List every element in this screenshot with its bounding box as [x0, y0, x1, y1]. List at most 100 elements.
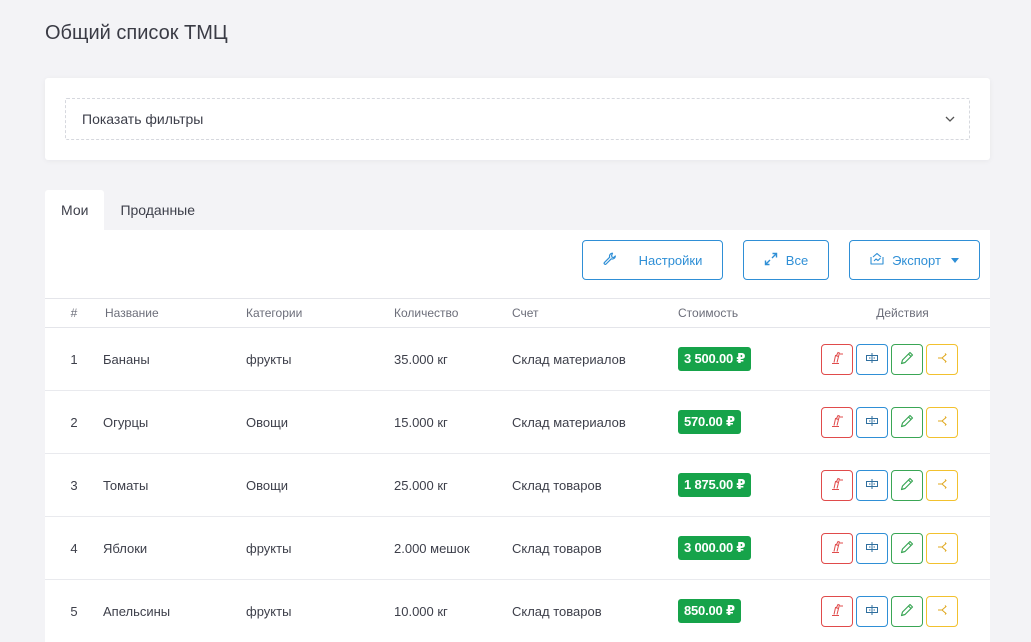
row-account: Склад материалов	[512, 390, 678, 454]
table-header-row: # Название Категории Количество Счет Сто…	[45, 298, 990, 328]
row-num: 1	[45, 327, 103, 391]
tab-sold[interactable]: Проданные	[104, 190, 211, 230]
price-badge: 1 875.00 ₽	[678, 473, 752, 497]
chevron-down-icon	[943, 112, 957, 126]
all-label: Все	[785, 252, 809, 268]
price-badge: 3 500.00 ₽	[678, 347, 752, 371]
transfer-icon	[935, 477, 949, 494]
tab-mine[interactable]: Мои	[45, 190, 105, 230]
table-row[interactable]: 3 Томаты Овощи 25.000 кг Склад товаров 1…	[45, 453, 990, 517]
export-label: Экспорт	[892, 252, 941, 268]
table-row[interactable]: 5 Апельсины фрукты 10.000 кг Склад товар…	[45, 579, 990, 642]
transfer-icon	[935, 540, 949, 557]
export-icon	[870, 252, 884, 268]
transfer-button[interactable]	[926, 343, 958, 375]
writeoff-icon	[830, 351, 844, 368]
writeoff-icon	[830, 540, 844, 557]
row-actions-cell	[815, 327, 990, 391]
col-header-account[interactable]: Счет	[512, 298, 678, 328]
col-header-cost[interactable]: Стоимость	[678, 298, 815, 328]
row-cost-cell: 1 875.00 ₽	[678, 453, 815, 517]
sell-button[interactable]	[856, 406, 888, 438]
settings-button[interactable]: Настройки	[582, 240, 723, 280]
col-header-name[interactable]: Название	[103, 298, 246, 328]
writeoff-button[interactable]	[821, 406, 853, 438]
row-quantity: 10.000 кг	[394, 579, 512, 642]
row-category: фрукты	[246, 516, 394, 580]
wrench-icon	[603, 252, 617, 269]
show-filters-toggle[interactable]: Показать фильтры	[65, 98, 970, 140]
row-category: Овощи	[246, 390, 394, 454]
row-cost-cell: 3 500.00 ₽	[678, 327, 815, 391]
row-cost-cell: 850.00 ₽	[678, 579, 815, 642]
transfer-button[interactable]	[926, 595, 958, 627]
col-header-category[interactable]: Категории	[246, 298, 394, 328]
edit-icon	[899, 413, 915, 432]
writeoff-icon	[830, 477, 844, 494]
row-name: Огурцы	[103, 390, 246, 454]
edit-icon	[899, 350, 915, 369]
row-account: Склад материалов	[512, 327, 678, 391]
row-account: Склад товаров	[512, 579, 678, 642]
expand-icon	[764, 252, 778, 269]
export-button[interactable]: Экспорт	[849, 240, 980, 280]
price-badge: 3 000.00 ₽	[678, 536, 752, 560]
transfer-icon	[935, 603, 949, 620]
items-panel: Настройки Все Экспорт # Название Категор…	[45, 230, 990, 642]
sell-button[interactable]	[856, 532, 888, 564]
row-name: Апельсины	[103, 579, 246, 642]
table-row[interactable]: 4 Яблоки фрукты 2.000 мешок Склад товаро…	[45, 516, 990, 580]
row-actions-cell	[815, 516, 990, 580]
sell-icon	[865, 603, 879, 620]
edit-icon	[899, 539, 915, 558]
sell-icon	[865, 414, 879, 431]
price-badge: 850.00 ₽	[678, 599, 741, 623]
writeoff-icon	[830, 603, 844, 620]
row-actions	[815, 406, 990, 438]
row-actions	[815, 469, 990, 501]
sell-icon	[865, 351, 879, 368]
writeoff-button[interactable]	[821, 469, 853, 501]
page-title: Общий список ТМЦ	[45, 22, 228, 44]
writeoff-button[interactable]	[821, 532, 853, 564]
row-quantity: 35.000 кг	[394, 327, 512, 391]
price-badge: 570.00 ₽	[678, 410, 741, 434]
edit-button[interactable]	[891, 532, 923, 564]
sell-button[interactable]	[856, 595, 888, 627]
sell-button[interactable]	[856, 469, 888, 501]
edit-button[interactable]	[891, 595, 923, 627]
row-actions	[815, 343, 990, 375]
edit-button[interactable]	[891, 343, 923, 375]
row-account: Склад товаров	[512, 453, 678, 517]
row-quantity: 25.000 кг	[394, 453, 512, 517]
col-header-actions: Действия	[815, 298, 990, 328]
row-cost-cell: 3 000.00 ₽	[678, 516, 815, 580]
sell-icon	[865, 477, 879, 494]
row-actions-cell	[815, 579, 990, 642]
transfer-icon	[935, 414, 949, 431]
row-name: Бананы	[103, 327, 246, 391]
edit-button[interactable]	[891, 469, 923, 501]
row-category: Овощи	[246, 453, 394, 517]
table-row[interactable]: 2 Огурцы Овощи 15.000 кг Склад материало…	[45, 390, 990, 454]
writeoff-icon	[830, 414, 844, 431]
edit-button[interactable]	[891, 406, 923, 438]
tabs: Мои Проданные	[45, 190, 211, 230]
row-actions	[815, 595, 990, 627]
expand-all-button[interactable]: Все	[743, 240, 829, 280]
row-num: 2	[45, 390, 103, 454]
transfer-button[interactable]	[926, 469, 958, 501]
sell-button[interactable]	[856, 343, 888, 375]
col-header-quantity[interactable]: Количество	[394, 298, 512, 328]
row-quantity: 15.000 кг	[394, 390, 512, 454]
sell-icon	[865, 540, 879, 557]
row-category: фрукты	[246, 327, 394, 391]
writeoff-button[interactable]	[821, 595, 853, 627]
transfer-button[interactable]	[926, 406, 958, 438]
table-row[interactable]: 1 Бананы фрукты 35.000 кг Склад материал…	[45, 327, 990, 391]
row-num: 4	[45, 516, 103, 580]
writeoff-button[interactable]	[821, 343, 853, 375]
transfer-button[interactable]	[926, 532, 958, 564]
caret-down-icon	[950, 257, 959, 263]
col-header-num[interactable]: #	[45, 298, 103, 328]
